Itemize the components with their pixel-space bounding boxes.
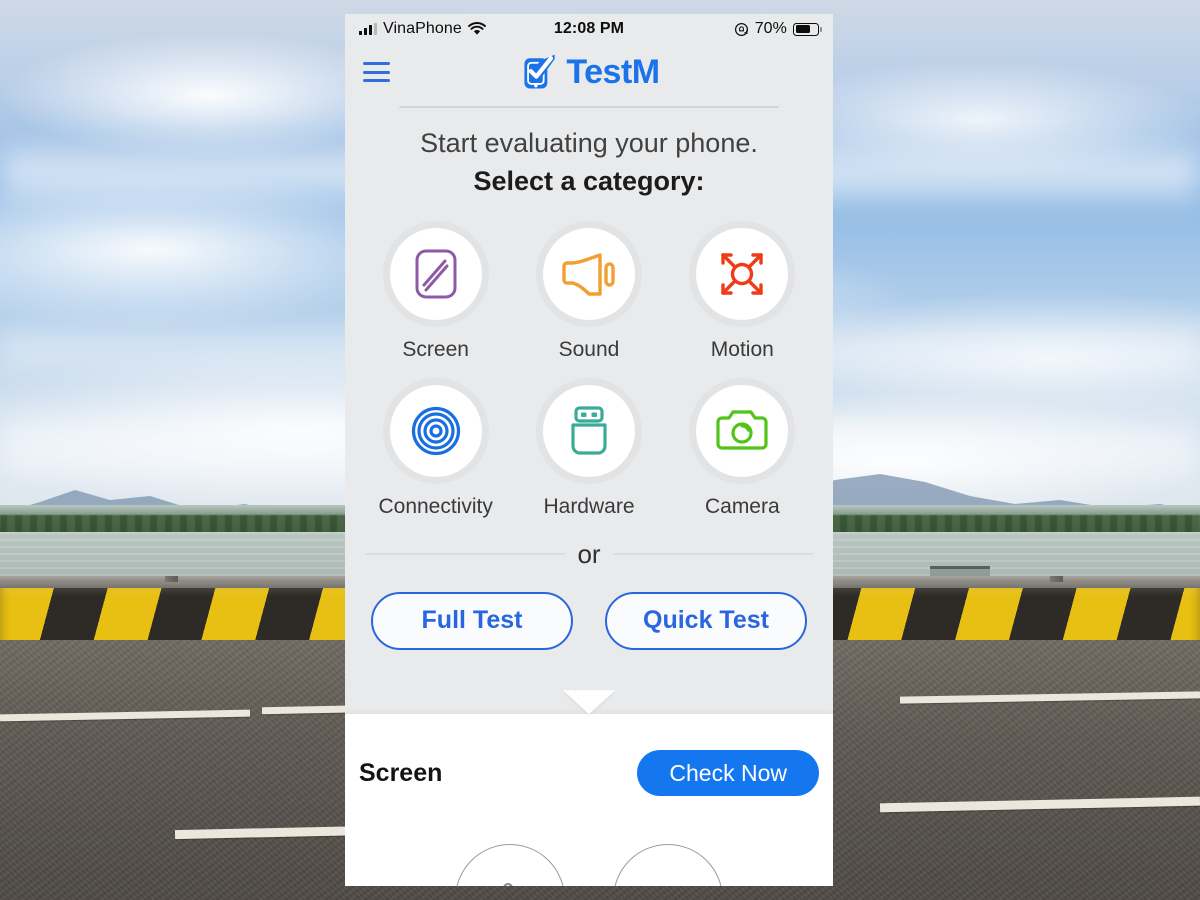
- category-label: Connectivity: [378, 494, 493, 518]
- headline-line2: Select a category:: [473, 165, 705, 196]
- category-hardware[interactable]: Hardware: [512, 377, 665, 519]
- detail-sheet: Screen Check Now: [345, 690, 833, 886]
- battery-icon: [793, 22, 823, 36]
- category-connectivity[interactable]: Connectivity: [359, 377, 512, 519]
- or-label: or: [577, 538, 601, 569]
- category-sound[interactable]: Sound: [512, 220, 665, 362]
- category-icon-wrap: [689, 377, 796, 484]
- category-label: Screen: [402, 337, 469, 361]
- category-icon-wrap: [689, 220, 796, 327]
- category-icon-wrap: [535, 377, 642, 484]
- status-bar: VinaPhone 12:08 PM 70%: [345, 14, 833, 44]
- scratch-test-item[interactable]: [613, 844, 723, 886]
- screen-scratch-icon: [415, 249, 457, 298]
- motion-sensor-icon: [721, 252, 764, 295]
- category-icon-wrap: [382, 377, 489, 484]
- check-now-button[interactable]: Check Now: [637, 750, 819, 796]
- page-title: Start evaluating your phone. Select a ca…: [345, 128, 833, 197]
- rotation-lock-icon: [734, 22, 748, 36]
- clock: 12:08 PM: [553, 20, 625, 37]
- hamburger-menu-icon[interactable]: [363, 62, 390, 82]
- carrier-label: VinaPhone: [383, 20, 462, 37]
- brand-lockup: TestM: [345, 50, 833, 94]
- sheet-header: Screen Check Now: [345, 714, 833, 796]
- signal-bars-icon: [359, 23, 377, 35]
- category-label: Camera: [704, 494, 780, 518]
- category-icon-wrap: [535, 220, 642, 327]
- brand-name: TestM: [566, 52, 660, 91]
- scratch-test-icon: [644, 875, 692, 886]
- category-screen[interactable]: Screen: [359, 220, 512, 362]
- sheet-test-list: [345, 844, 833, 886]
- usb-drive-icon: [571, 405, 607, 455]
- category-grid: Screen Sound Motion Connectivity Hardwar…: [345, 220, 833, 519]
- testm-logo-icon: [524, 54, 556, 89]
- divider-line-left: [365, 553, 566, 555]
- full-test-button[interactable]: Full Test: [371, 591, 573, 650]
- category-camera[interactable]: Camera: [666, 377, 819, 519]
- touch-test-icon: [503, 883, 513, 886]
- category-label: Hardware: [543, 494, 635, 518]
- camera-icon: [716, 409, 768, 450]
- phone-screen: VinaPhone 12:08 PM 70% TestM Start evalu…: [345, 14, 833, 886]
- wifi-icon: [467, 22, 486, 35]
- or-divider: or: [345, 539, 833, 570]
- sheet-notch-icon: [563, 690, 615, 715]
- test-buttons-row: Full Test Quick Test: [345, 591, 833, 650]
- header-divider: [399, 106, 779, 108]
- divider-line-right: [612, 553, 813, 555]
- category-label: Sound: [558, 337, 620, 361]
- speaker-icon: [562, 252, 615, 296]
- category-label: Motion: [710, 337, 774, 361]
- app-header: TestM: [345, 44, 833, 100]
- signal-waves-icon: [411, 406, 460, 455]
- quick-test-button[interactable]: Quick Test: [605, 591, 807, 650]
- battery-percent-label: 70%: [754, 20, 788, 37]
- touch-test-item[interactable]: [455, 844, 565, 886]
- screenshot-root: VinaPhone 12:08 PM 70% TestM Start evalu…: [0, 0, 1200, 900]
- category-icon-wrap: [382, 220, 489, 327]
- sheet-title: Screen: [359, 758, 443, 787]
- headline-line1: Start evaluating your phone.: [420, 127, 758, 158]
- category-motion[interactable]: Motion: [666, 220, 819, 362]
